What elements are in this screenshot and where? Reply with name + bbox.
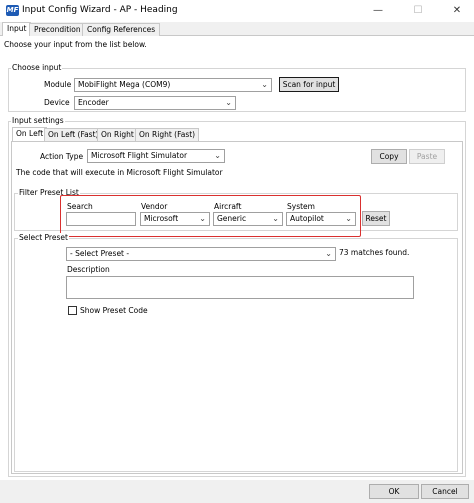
input-settings-title: Input settings bbox=[11, 116, 65, 125]
ok-button[interactable]: OK bbox=[369, 484, 419, 499]
highlight-annotation bbox=[60, 195, 361, 237]
scan-for-input-button[interactable]: Scan for input bbox=[279, 77, 339, 92]
device-label: Device bbox=[44, 98, 70, 107]
window-title: Input Config Wizard - AP - Heading bbox=[22, 5, 178, 15]
device-select[interactable]: Encoder ⌄ bbox=[74, 96, 236, 110]
subtab-on-left-fast[interactable]: On Left (Fast) bbox=[44, 128, 103, 141]
description-field[interactable] bbox=[66, 276, 414, 299]
subtab-on-right[interactable]: On Right bbox=[97, 128, 138, 141]
paste-button[interactable]: Paste bbox=[409, 149, 445, 164]
module-select[interactable]: MobiFlight Mega (COM9) ⌄ bbox=[74, 78, 272, 92]
minimize-icon[interactable]: — bbox=[361, 0, 395, 22]
subtab-on-left[interactable]: On Left bbox=[12, 127, 48, 142]
action-type-value: Microsoft Flight Simulator bbox=[91, 151, 188, 160]
chevron-down-icon: ⌄ bbox=[214, 151, 221, 160]
device-value: Encoder bbox=[78, 98, 109, 107]
action-type-select[interactable]: Microsoft Flight Simulator ⌄ bbox=[87, 149, 225, 163]
preset-value: - Select Preset - bbox=[70, 249, 130, 258]
chevron-down-icon: ⌄ bbox=[225, 98, 232, 107]
module-label: Module bbox=[44, 80, 72, 89]
preset-select[interactable]: - Select Preset - ⌄ bbox=[66, 247, 336, 261]
close-icon[interactable]: ✕ bbox=[440, 0, 474, 22]
maximize-icon[interactable]: ☐ bbox=[401, 0, 435, 22]
copy-button[interactable]: Copy bbox=[371, 149, 407, 164]
chevron-down-icon: ⌄ bbox=[261, 80, 268, 89]
show-preset-code-label: Show Preset Code bbox=[80, 306, 148, 315]
choose-input-title: Choose input bbox=[11, 63, 63, 72]
tab-input[interactable]: Input bbox=[2, 22, 32, 37]
module-value: MobiFlight Mega (COM9) bbox=[78, 80, 171, 89]
tab-config-references[interactable]: Config References bbox=[82, 23, 161, 36]
instruction-text: Choose your input from the list below. bbox=[4, 40, 147, 49]
cancel-button[interactable]: Cancel bbox=[421, 484, 469, 499]
reset-button[interactable]: Reset bbox=[362, 211, 390, 226]
code-description-text: The code that will execute in Microsoft … bbox=[16, 168, 223, 177]
select-preset-title: Select Preset bbox=[18, 233, 69, 242]
tab-precondition[interactable]: Precondition bbox=[29, 23, 86, 36]
matches-count: 73 matches found. bbox=[339, 248, 410, 257]
chevron-down-icon: ⌄ bbox=[325, 249, 332, 258]
description-label: Description bbox=[67, 265, 110, 274]
action-type-label: Action Type bbox=[40, 152, 84, 161]
show-preset-code-checkbox[interactable] bbox=[68, 306, 77, 315]
subtab-on-right-fast[interactable]: On Right (Fast) bbox=[135, 128, 200, 141]
app-logo-icon: MF bbox=[6, 5, 19, 16]
